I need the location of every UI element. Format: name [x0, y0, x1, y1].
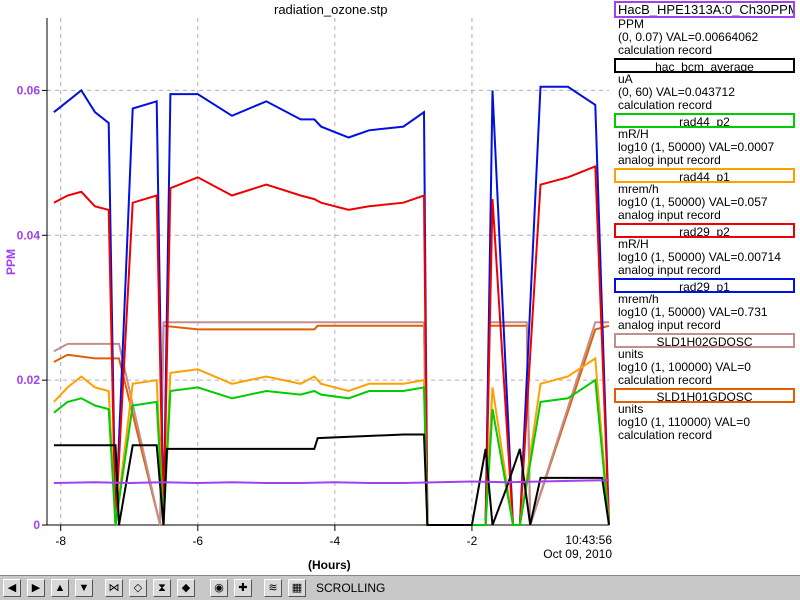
series-line-rad29-p1	[53, 85, 610, 526]
legend-series-name[interactable]: rad29_p2	[614, 223, 795, 238]
zoom-out-vertical-button[interactable]: ◆	[177, 579, 195, 597]
legend-detail: analog input record	[618, 318, 721, 332]
scroll-status: SCROLLING	[316, 581, 386, 595]
time-label: 10:43:56	[565, 533, 612, 547]
legend-entry[interactable]: rad29_p1 mrem/h log10 (1, 50000) VAL=0.731…	[614, 278, 800, 332]
arrow-right-button[interactable]: ▶	[27, 579, 45, 597]
legend-series-name[interactable]: SLD1H01GDOSC	[614, 388, 795, 403]
plot-area[interactable]: -8 -6 -4 -2 0 0.02 0.04 0.06 radiation_ozone.st…	[0, 0, 612, 575]
arrow-up-button[interactable]: ▲	[51, 579, 69, 597]
chart-svg[interactable]: -8 -6 -4 -2 0 0.02 0.04 0.06	[0, 0, 612, 575]
legend: HacB_HPE1313A:0_Ch30PPM PPM (0, 0.07) VAL=…	[614, 0, 800, 575]
legend-detail: analog input record	[618, 208, 721, 222]
y-tick-label: 0.02	[17, 373, 41, 387]
legend-entry[interactable]: hac_bcm_average uA (0, 60) VAL=0.043712 cal…	[614, 58, 800, 112]
zoom-in-vertical-button[interactable]: ⧗	[153, 579, 171, 597]
zoom-in-horizontal-icon: ⋈	[108, 581, 120, 594]
x-tick-label: -6	[192, 534, 203, 548]
crosshair-icon: ✚	[238, 581, 248, 594]
reset-zoom-icon: ◉	[214, 581, 224, 594]
legend-detail: calculation record	[618, 98, 713, 112]
y-tick-label: 0.04	[17, 228, 41, 242]
legend-series-name[interactable]: SLD1H02GDOSC	[614, 333, 795, 348]
y-tick-label: 0	[33, 518, 40, 532]
plot-title: radiation_ozone.stp	[274, 2, 388, 17]
legend-series-name[interactable]: rad29_p1	[614, 278, 795, 293]
legend-series-name[interactable]: rad44_p2	[614, 113, 795, 128]
legend-entry[interactable]: rad44_p1 mrem/h log10 (1, 50000) VAL=0.057…	[614, 168, 800, 222]
legend-series-name[interactable]: hac_bcm_average	[614, 58, 795, 73]
legend-entry[interactable]: rad44_p2 mR/H log10 (1, 50000) VAL=0.0007 a…	[614, 113, 800, 167]
arrow-down-button[interactable]: ▼	[75, 579, 93, 597]
legend-entry[interactable]: HacB_HPE1313A:0_Ch30PPM PPM (0, 0.07) VAL=…	[614, 1, 800, 57]
zoom-in-horizontal-button[interactable]: ⋈	[105, 579, 123, 597]
y-axis-label: PPM	[4, 248, 18, 275]
arrow-up-icon: ▲	[54, 581, 66, 594]
x-tick-label: -4	[330, 534, 341, 548]
legend-series-name[interactable]: rad44_p1	[614, 168, 795, 183]
legend-detail: calculation record	[618, 373, 713, 387]
x-axis-label: (Hours)	[308, 558, 351, 572]
arrow-left-button[interactable]: ◀	[3, 579, 21, 597]
legend-detail: analog input record	[618, 263, 721, 277]
legend-detail: analog input record	[618, 153, 721, 167]
legend-detail: calculation record	[618, 43, 713, 57]
zoom-in-vertical-icon: ⧗	[158, 581, 166, 594]
legend-entry[interactable]: SLD1H01GDOSC units log10 (1, 110000) VAL=0…	[614, 388, 800, 442]
crosshair-button[interactable]: ✚	[234, 579, 252, 597]
x-tick-label: -2	[467, 534, 478, 548]
y-tick-label: 0.06	[17, 83, 41, 97]
legend-series-name[interactable]: HacB_HPE1313A:0_Ch30PPM	[614, 1, 795, 18]
legend-detail: calculation record	[618, 428, 713, 442]
reset-zoom-button[interactable]: ◉	[210, 579, 228, 597]
zoom-out-vertical-icon: ◆	[181, 581, 191, 594]
arrow-down-icon: ▼	[78, 581, 90, 594]
date-label: Oct 09, 2010	[543, 547, 612, 561]
grid-toggle-icon: ▦	[291, 581, 303, 594]
x-tick-label: -8	[55, 534, 66, 548]
zoom-out-horizontal-button[interactable]: ◇	[129, 579, 147, 597]
scroll-mode-button[interactable]: ≋	[264, 579, 282, 597]
grid-toggle-button[interactable]: ▦	[288, 579, 306, 597]
legend-entry[interactable]: SLD1H02GDOSC units log10 (1, 100000) VAL=0…	[614, 333, 800, 387]
legend-entry[interactable]: rad29_p2 mR/H log10 (1, 50000) VAL=0.00714…	[614, 223, 800, 277]
series-line-rad29-p2	[53, 165, 610, 526]
arrow-left-icon: ◀	[7, 581, 17, 594]
scroll-mode-icon: ≋	[268, 581, 278, 594]
zoom-out-horizontal-icon: ◇	[133, 581, 143, 594]
toolbar: ◀ ▶ ▲ ▼ ⋈ ◇ ⧗ ◆ ◉ ✚ ≋ ▦ SCROLLING	[0, 575, 800, 600]
arrow-right-icon: ▶	[31, 581, 41, 594]
